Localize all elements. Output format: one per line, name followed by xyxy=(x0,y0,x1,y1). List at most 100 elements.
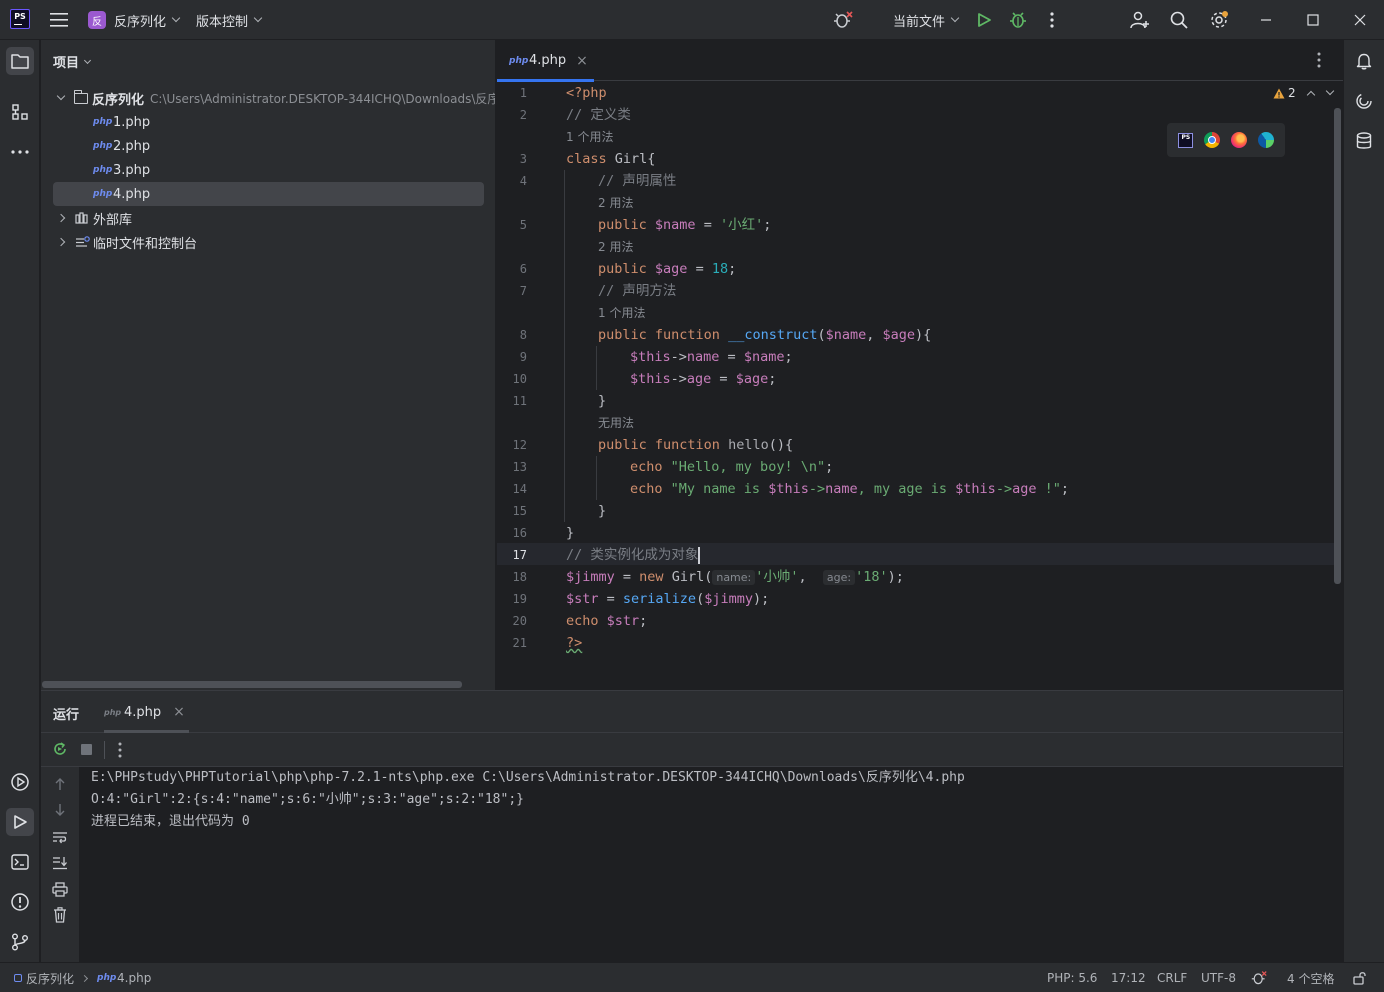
title-bar: PS 反 反序列化 版本控制 当前文件 xyxy=(0,0,1384,40)
collapse-arrow-icon[interactable] xyxy=(56,237,66,247)
run-button[interactable] xyxy=(970,6,998,34)
main-menu-button[interactable] xyxy=(45,6,73,34)
chevron-down-icon[interactable] xyxy=(1325,86,1334,96)
line-number: 6 xyxy=(519,262,527,276)
console-output[interactable]: E:\PHPstudy\PHPTutorial\php\php-7.2.1-nt… xyxy=(91,767,1331,957)
search-everywhere-button[interactable] xyxy=(1165,6,1193,34)
horizontal-scrollbar[interactable] xyxy=(42,681,462,688)
usage-hint[interactable]: 2 用法 xyxy=(598,236,633,258)
code-line: } xyxy=(598,503,607,519)
debug-button[interactable] xyxy=(1004,6,1032,34)
readonly-toggle[interactable] xyxy=(1353,963,1367,992)
chevron-up-icon[interactable] xyxy=(1306,90,1315,99)
tree-file-item-selected[interactable]: php 4.php xyxy=(41,182,495,206)
run-tool-button[interactable] xyxy=(6,808,34,836)
breadcrumb-project[interactable]: 反序列化 xyxy=(26,970,74,987)
firefox-icon[interactable] xyxy=(1230,132,1247,148)
structure-tool-button[interactable] xyxy=(6,98,34,126)
chrome-icon[interactable] xyxy=(1204,132,1221,148)
terminal-tool-button[interactable] xyxy=(6,848,34,876)
cursor-position-widget[interactable]: 17:12 xyxy=(1111,963,1146,992)
code-line: $jimmy = new Girl(name: '小帅', age: '18'); xyxy=(566,569,904,585)
code-line: echo "Hello, my boy! \n"; xyxy=(630,459,834,475)
usage-hint[interactable]: 1 个用法 xyxy=(598,302,645,324)
tree-scratches[interactable]: 临时文件和控制台 xyxy=(41,230,495,254)
database-button[interactable] xyxy=(1350,127,1378,155)
editor-tab-4php[interactable]: php 4.php × xyxy=(497,40,594,82)
breadcrumb-file[interactable]: 4.php xyxy=(117,971,151,985)
settings-button[interactable] xyxy=(1205,6,1233,34)
project-tool-button[interactable] xyxy=(6,47,34,75)
scroll-to-end-icon xyxy=(53,857,67,870)
vertical-scrollbar[interactable] xyxy=(1334,108,1341,584)
run-tab-4php[interactable]: php 4.php × xyxy=(104,691,189,733)
code-line: $str = serialize($jimmy); xyxy=(566,591,770,607)
line-number: 10 xyxy=(512,372,527,386)
scroll-to-end-button[interactable] xyxy=(52,856,68,874)
soft-wrap-button[interactable] xyxy=(52,830,68,848)
php-run-icon: php xyxy=(104,707,122,717)
minimize-button[interactable] xyxy=(1252,6,1280,34)
expand-arrow-icon[interactable] xyxy=(56,91,66,101)
problems-tool-button[interactable] xyxy=(6,888,34,916)
vcs-menu[interactable]: 版本控制 xyxy=(196,0,263,40)
edge-icon[interactable] xyxy=(1257,132,1274,148)
collapse-arrow-icon[interactable] xyxy=(56,213,66,223)
chevron-down-icon xyxy=(950,13,960,23)
usage-hint[interactable]: 无用法 xyxy=(598,412,634,434)
stop-button[interactable] xyxy=(81,744,92,755)
more-actions-button[interactable] xyxy=(1038,6,1066,34)
encoding-widget[interactable]: UTF-8 xyxy=(1201,963,1236,992)
php-version-widget[interactable]: PHP: 5.6 xyxy=(1047,963,1097,992)
rerun-button[interactable] xyxy=(52,741,68,761)
tree-root-folder[interactable]: 反序列化 C:\Users\Administrator.DESKTOP-344I… xyxy=(41,86,495,110)
line-number: 1 xyxy=(519,86,527,100)
phpstorm-logo[interactable]: PS xyxy=(10,9,30,29)
code-with-me-button[interactable] xyxy=(1126,6,1154,34)
git-tool-button[interactable] xyxy=(6,928,34,956)
tree-file-item[interactable]: php 3.php xyxy=(41,158,495,182)
warnings-count: 2 xyxy=(1288,86,1296,100)
ai-assistant-button[interactable] xyxy=(1350,87,1378,115)
close-tab-icon[interactable]: × xyxy=(173,704,185,720)
code-line: } xyxy=(566,525,575,541)
phpstorm-browser-icon[interactable]: PS xyxy=(1178,132,1194,148)
notifications-button[interactable] xyxy=(1350,47,1378,75)
print-button[interactable] xyxy=(52,882,68,901)
debug-off-button[interactable] xyxy=(829,6,857,34)
file-name: 4.php xyxy=(113,186,151,202)
services-tool-button[interactable] xyxy=(6,768,34,796)
tree-external-libraries[interactable]: 外部库 xyxy=(41,206,495,230)
search-icon xyxy=(1170,11,1188,29)
more-tools-button[interactable] xyxy=(6,138,34,166)
line-number-gutter[interactable]: 1 2 3 4 5 6 7 8 9 10 11 12 13 14 15 16 1… xyxy=(497,82,564,690)
tree-file-item[interactable]: php 1.php xyxy=(41,110,495,134)
scratches-label: 临时文件和控制台 xyxy=(93,236,198,252)
close-window-button[interactable] xyxy=(1346,6,1374,34)
maximize-button[interactable] xyxy=(1299,6,1327,34)
scroll-up-button[interactable] xyxy=(53,777,67,795)
usage-hint[interactable]: 1 个用法 xyxy=(566,126,613,148)
run-config-selector[interactable]: 当前文件 xyxy=(893,0,960,40)
project-panel-header[interactable]: 项目 xyxy=(53,52,92,71)
trash-icon xyxy=(54,907,66,923)
project-switcher[interactable]: 反 反序列化 xyxy=(88,0,181,40)
line-number: 8 xyxy=(519,328,527,342)
inspection-widget[interactable]: 2 xyxy=(1273,86,1334,100)
clear-all-button[interactable] xyxy=(53,907,67,927)
scroll-down-button[interactable] xyxy=(53,803,67,821)
debugger-status-widget[interactable] xyxy=(1251,963,1267,992)
line-separator-widget[interactable]: CRLF xyxy=(1157,963,1187,992)
usage-hint[interactable]: 2 用法 xyxy=(598,192,633,214)
indent-widget[interactable]: 4 个空格 xyxy=(1287,963,1334,992)
editor-tab-options-button[interactable] xyxy=(1317,52,1321,72)
project-panel-title: 项目 xyxy=(53,56,80,71)
run-more-button[interactable] xyxy=(118,742,122,762)
code-line: class Girl{ xyxy=(566,151,656,167)
tree-file-item[interactable]: php 2.php xyxy=(41,134,495,158)
code-text-area[interactable]: <?php // 定义类 1 个用法 class Girl{ // 声明属性 2… xyxy=(564,82,1334,662)
ai-spiral-icon xyxy=(1356,93,1372,109)
bug-disabled-icon xyxy=(1251,971,1267,985)
close-tab-icon[interactable]: × xyxy=(576,53,588,69)
text-caret xyxy=(698,546,700,564)
